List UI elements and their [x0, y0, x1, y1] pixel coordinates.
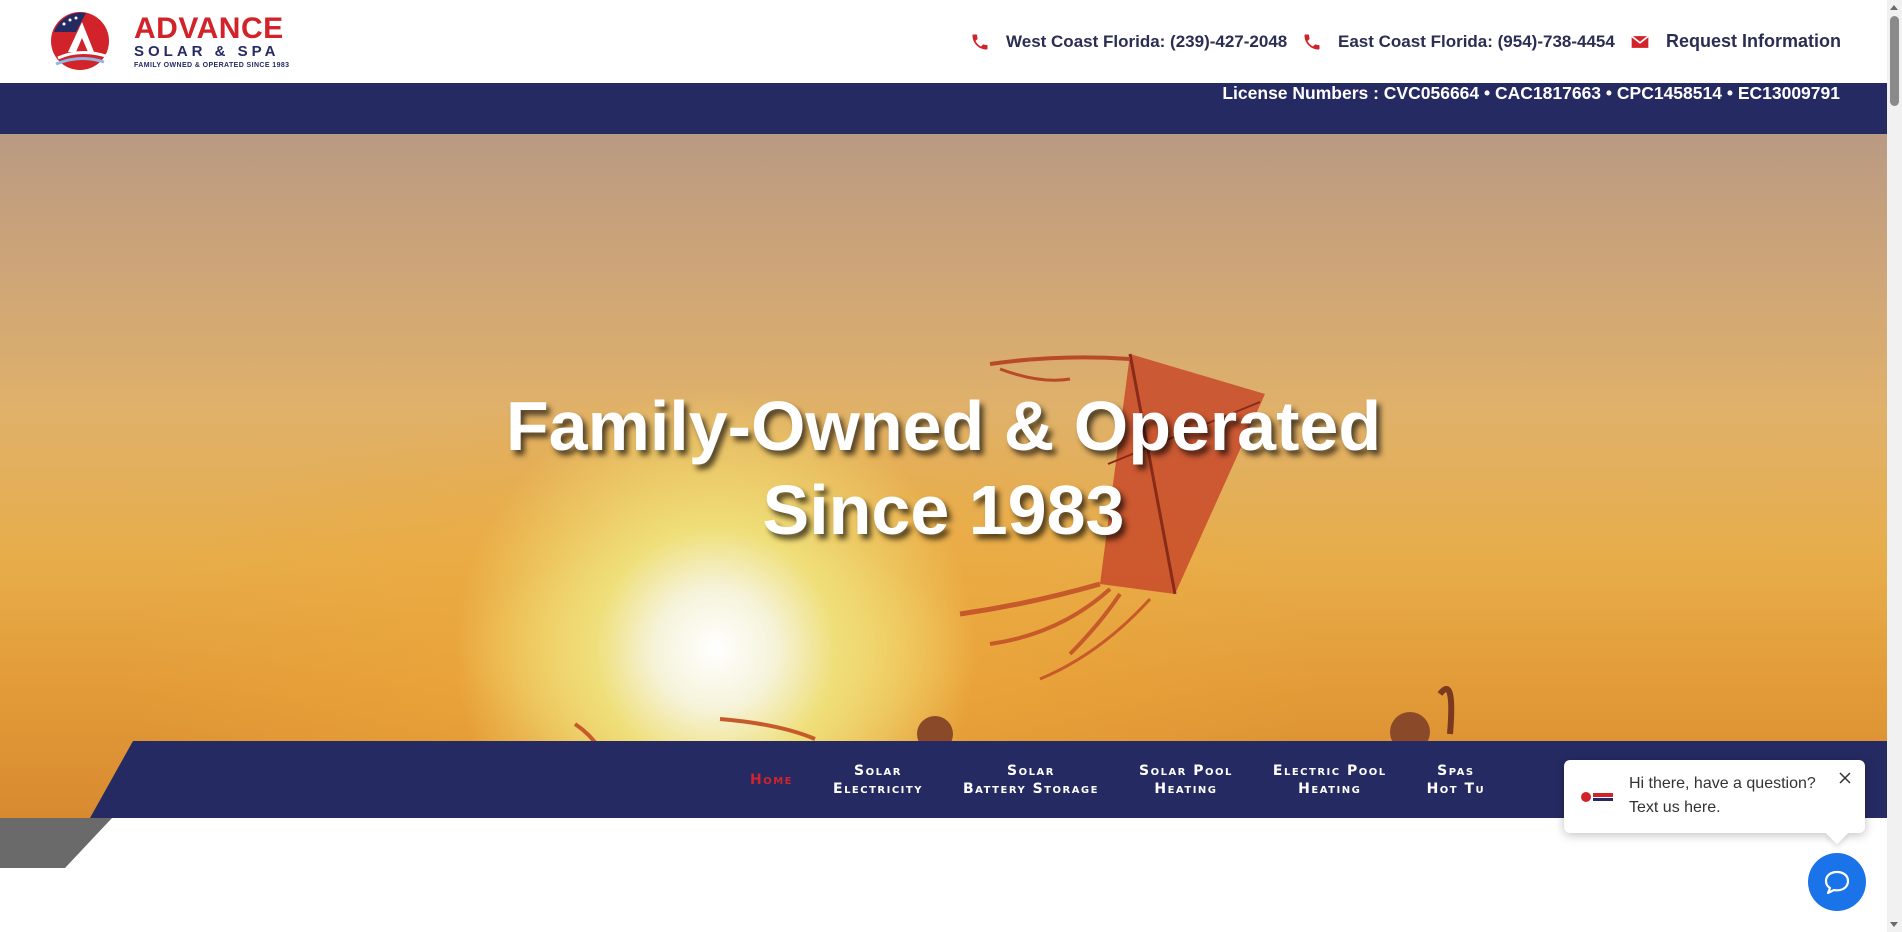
hero-banner: Family-Owned & Operated Since 1983: [0, 134, 1887, 818]
chat-bubble-icon: [1824, 870, 1850, 895]
hero-title-line-2: Since 1983: [762, 471, 1125, 549]
east-coast-phone-link[interactable]: East Coast Florida: (954)-738-4454: [1302, 0, 1615, 83]
nav-menu: Home Solar Electricity Solar Battery Sto…: [730, 741, 1505, 818]
nav-item-label-line2: Battery Storage: [962, 780, 1099, 797]
license-numbers: License Numbers : CVC056664 • CAC1817663…: [1222, 83, 1840, 103]
scrollbar-thumb[interactable]: [1890, 16, 1899, 106]
request-information-label: Request Information: [1666, 31, 1842, 51]
chat-popup[interactable]: Hi there, have a question? Text us here.: [1564, 760, 1865, 845]
nav-item-solar-battery-storage[interactable]: Solar Battery Storage: [943, 762, 1119, 798]
chat-message: Hi there, have a question? Text us here.: [1629, 775, 1816, 816]
nav-item-electric-pool-heating[interactable]: Electric Pool Heating: [1253, 762, 1407, 798]
hero-title-line-1: Family-Owned & Operated: [505, 387, 1382, 465]
logo-tagline: FAMILY OWNED & OPERATED SINCE 1983: [134, 62, 290, 69]
nav-item-label-line2: Electricity: [833, 780, 923, 797]
request-information-link[interactable]: Request Information: [1630, 0, 1841, 83]
chat-brand-logo-icon: [1581, 792, 1613, 802]
license-bar: License Numbers : CVC056664 • CAC1817663…: [0, 83, 1887, 134]
east-coast-phone-label: East Coast Florida: (954)-738-4454: [1338, 31, 1615, 51]
nav-item-label-line1: Solar: [854, 762, 902, 779]
nav-item-home-label: Home: [750, 771, 793, 788]
hero-title: Family-Owned & Operated Since 1983: [0, 384, 1887, 552]
scroll-down-arrow-icon[interactable]: [1890, 922, 1898, 927]
west-coast-phone-link[interactable]: West Coast Florida: (239)-427-2048: [970, 0, 1287, 83]
envelope-icon: [1631, 35, 1649, 48]
logo-subtitle: SOLAR & SPA: [134, 43, 280, 60]
nav-item-label-line2: Hot Tu: [1426, 780, 1486, 797]
logo-emblem-icon: [51, 12, 109, 70]
nav-item-label-line1: Spas: [1437, 762, 1475, 779]
page-scrollbar[interactable]: [1887, 0, 1902, 932]
nav-item-spas-hot-tubs[interactable]: Spas Hot Tu: [1407, 762, 1506, 798]
nav-item-home[interactable]: Home: [730, 771, 813, 789]
chat-launcher-button[interactable]: [1808, 853, 1866, 911]
phone-icon: [972, 34, 988, 49]
site-header: ADVANCE SOLAR & SPA FAMILY OWNED & OPERA…: [0, 0, 1887, 83]
nav-item-solar-electricity[interactable]: Solar Electricity: [813, 762, 943, 798]
west-coast-phone-label: West Coast Florida: (239)-427-2048: [1006, 31, 1288, 51]
nav-item-label-line2: Heating: [1298, 780, 1362, 797]
nav-item-label-line1: Solar: [1007, 762, 1055, 779]
scroll-up-arrow-icon[interactable]: [1890, 5, 1898, 10]
nav-item-solar-pool-heating[interactable]: Solar Pool Heating: [1119, 762, 1253, 798]
logo-title: ADVANCE: [134, 12, 284, 45]
brand-logo[interactable]: ADVANCE SOLAR & SPA FAMILY OWNED & OPERA…: [46, 10, 306, 72]
phone-icon: [1304, 34, 1320, 49]
nav-item-label-line2: Heating: [1154, 780, 1218, 797]
nav-item-label-line1: Solar Pool: [1138, 762, 1233, 779]
nav-item-label-line1: Electric Pool: [1272, 762, 1387, 779]
close-icon[interactable]: [1837, 770, 1853, 786]
